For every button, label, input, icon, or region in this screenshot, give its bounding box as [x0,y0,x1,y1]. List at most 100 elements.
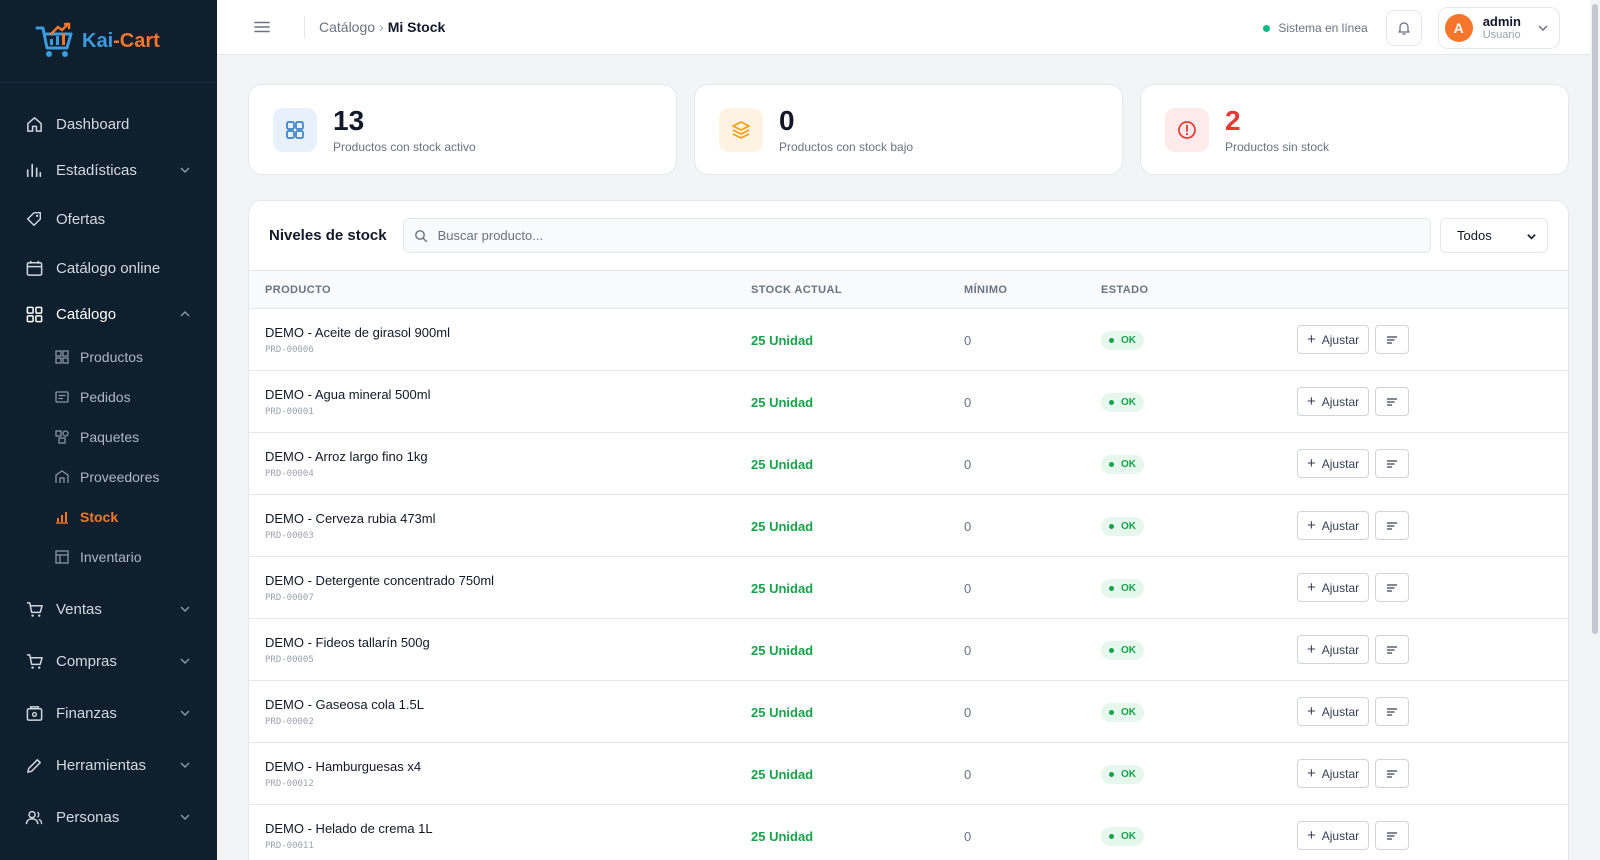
product-name[interactable]: DEMO - Gaseosa cola 1.5L [265,697,751,713]
adjust-button[interactable]: + Ajustar [1297,387,1370,416]
wallet-icon [24,703,44,723]
scrollbar-thumb[interactable] [1592,4,1598,634]
list-icon [1386,645,1398,654]
sidebar-item-catalogo-online[interactable]: Catálogo online [0,245,217,291]
breadcrumb-parent[interactable]: Catálogo [319,19,375,35]
sidebar-subitem-productos[interactable]: Productos [0,337,217,377]
brand[interactable]: Kai-Cart [0,0,217,83]
cell-actions: + Ajustar [1297,309,1568,371]
row-actions: + Ajustar [1297,821,1568,850]
sidebar-subitem-label: Inventario [80,549,142,565]
cell-min: 0 [964,309,1101,371]
bar-chart-icon [24,160,44,180]
product-name[interactable]: DEMO - Arroz largo fino 1kg [265,449,751,465]
product-code: PRD-00005 [265,654,314,665]
adjust-label: Ajustar [1321,456,1360,471]
product-name[interactable]: DEMO - Helado de crema 1L [265,821,751,837]
col-header-min[interactable]: MÍNIMO [964,271,1101,309]
user-menu[interactable]: A admin Usuario [1437,7,1560,49]
breadcrumb-separator: › [379,19,384,35]
stat-value: 13 [333,104,365,136]
stat-value: 0 [779,104,795,136]
plus-icon: + [1307,702,1316,720]
history-button[interactable] [1375,511,1410,540]
adjust-label: Ajustar [1321,518,1360,533]
alert-circle-icon [1165,107,1209,152]
product-name[interactable]: DEMO - Agua mineral 500ml [265,387,751,403]
adjust-button[interactable]: + Ajustar [1297,449,1370,478]
product-name[interactable]: DEMO - Cerveza rubia 473ml [265,511,751,527]
min-value: 0 [964,394,972,410]
cell-actions: + Ajustar [1297,371,1568,433]
col-header-state[interactable]: ESTADO [1101,271,1297,309]
row-actions: + Ajustar [1297,573,1568,602]
sidebar-item-catalogo[interactable]: Catálogo [0,291,217,337]
product-name[interactable]: DEMO - Aceite de girasol 900ml [265,325,751,341]
product-name[interactable]: DEMO - Hamburguesas x4 [265,759,751,775]
stock-value: 25 Unidad [751,394,814,410]
history-button[interactable] [1375,821,1410,850]
cart-icon [24,651,44,671]
hamburger-menu-icon[interactable] [252,17,272,37]
product-name[interactable]: DEMO - Detergente concentrado 750ml [265,573,751,589]
cell-state: OK [1101,619,1297,681]
sidebar-item-dashboard[interactable]: Dashboard [0,101,217,147]
notifications-button[interactable] [1385,10,1422,46]
adjust-button[interactable]: + Ajustar [1297,759,1370,788]
adjust-button[interactable]: + Ajustar [1297,511,1370,540]
sidebar-item-estadisticas[interactable]: Estadísticas [0,147,217,193]
history-button[interactable] [1375,759,1410,788]
adjust-button[interactable]: + Ajustar [1297,697,1370,726]
col-header-product[interactable]: PRODUCTO [249,271,751,309]
status-badge: OK [1101,454,1144,474]
adjust-button[interactable]: + Ajustar [1297,573,1370,602]
status-dot-icon [1109,523,1114,529]
history-button[interactable] [1375,325,1410,354]
sidebar-item-herramientas[interactable]: Herramientas [0,739,217,791]
col-header-stock[interactable]: STOCK ACTUAL [751,271,964,309]
filter-select[interactable]: Todos [1440,218,1548,253]
receipt-icon [54,389,70,405]
sidebar-item-finanzas[interactable]: Finanzas [0,687,217,739]
history-button[interactable] [1375,635,1410,664]
product-name[interactable]: DEMO - Fideos tallarín 500g [265,635,751,651]
sidebar-subitem-proveedores[interactable]: Proveedores [0,457,217,497]
panel-title: Niveles de stock [269,227,387,244]
cell-actions: + Ajustar [1297,433,1568,495]
sidebar-item-ofertas[interactable]: Ofertas [0,193,217,245]
search-input[interactable] [437,228,1353,243]
history-button[interactable] [1375,449,1410,478]
min-value: 0 [964,642,972,658]
sidebar-item-compras[interactable]: Compras [0,635,217,687]
adjust-button[interactable]: + Ajustar [1297,325,1370,354]
cell-stock: 25 Unidad [751,495,964,557]
sidebar-subitem-inventario[interactable]: Inventario [0,537,217,577]
divider [304,16,305,38]
sidebar-item-label: Finanzas [56,704,117,722]
cell-stock: 25 Unidad [751,681,964,743]
page-scrollbar[interactable] [1590,0,1600,860]
sidebar-item-personas[interactable]: Personas [0,791,217,843]
list-icon [1386,769,1398,778]
product-code: PRD-00001 [265,406,314,417]
catalogo-subnav: Productos Pedidos Paquetes Proveedores S… [0,337,217,583]
history-button[interactable] [1375,697,1410,726]
avatar: A [1444,14,1473,42]
sidebar-subitem-stock[interactable]: Stock [0,497,217,537]
adjust-button[interactable]: + Ajustar [1297,635,1370,664]
sidebar-subitem-label: Proveedores [80,469,160,485]
stat-card-low: 0 Productos con stock bajo [694,84,1123,175]
chevron-down-icon [180,762,190,769]
sidebar-subitem-pedidos[interactable]: Pedidos [0,377,217,417]
status-dot-icon [1109,709,1114,715]
history-button[interactable] [1375,573,1410,602]
sidebar-subitem-label: Productos [80,349,144,365]
sidebar-item-ventas[interactable]: Ventas [0,583,217,635]
grid-icon [24,304,44,324]
stat-card-out: 2 Productos sin stock [1140,84,1569,175]
adjust-button[interactable]: + Ajustar [1297,821,1370,850]
sidebar-subitem-paquetes[interactable]: Paquetes [0,417,217,457]
cell-state: OK [1101,371,1297,433]
history-button[interactable] [1375,387,1410,416]
col-header-actions [1297,271,1568,309]
